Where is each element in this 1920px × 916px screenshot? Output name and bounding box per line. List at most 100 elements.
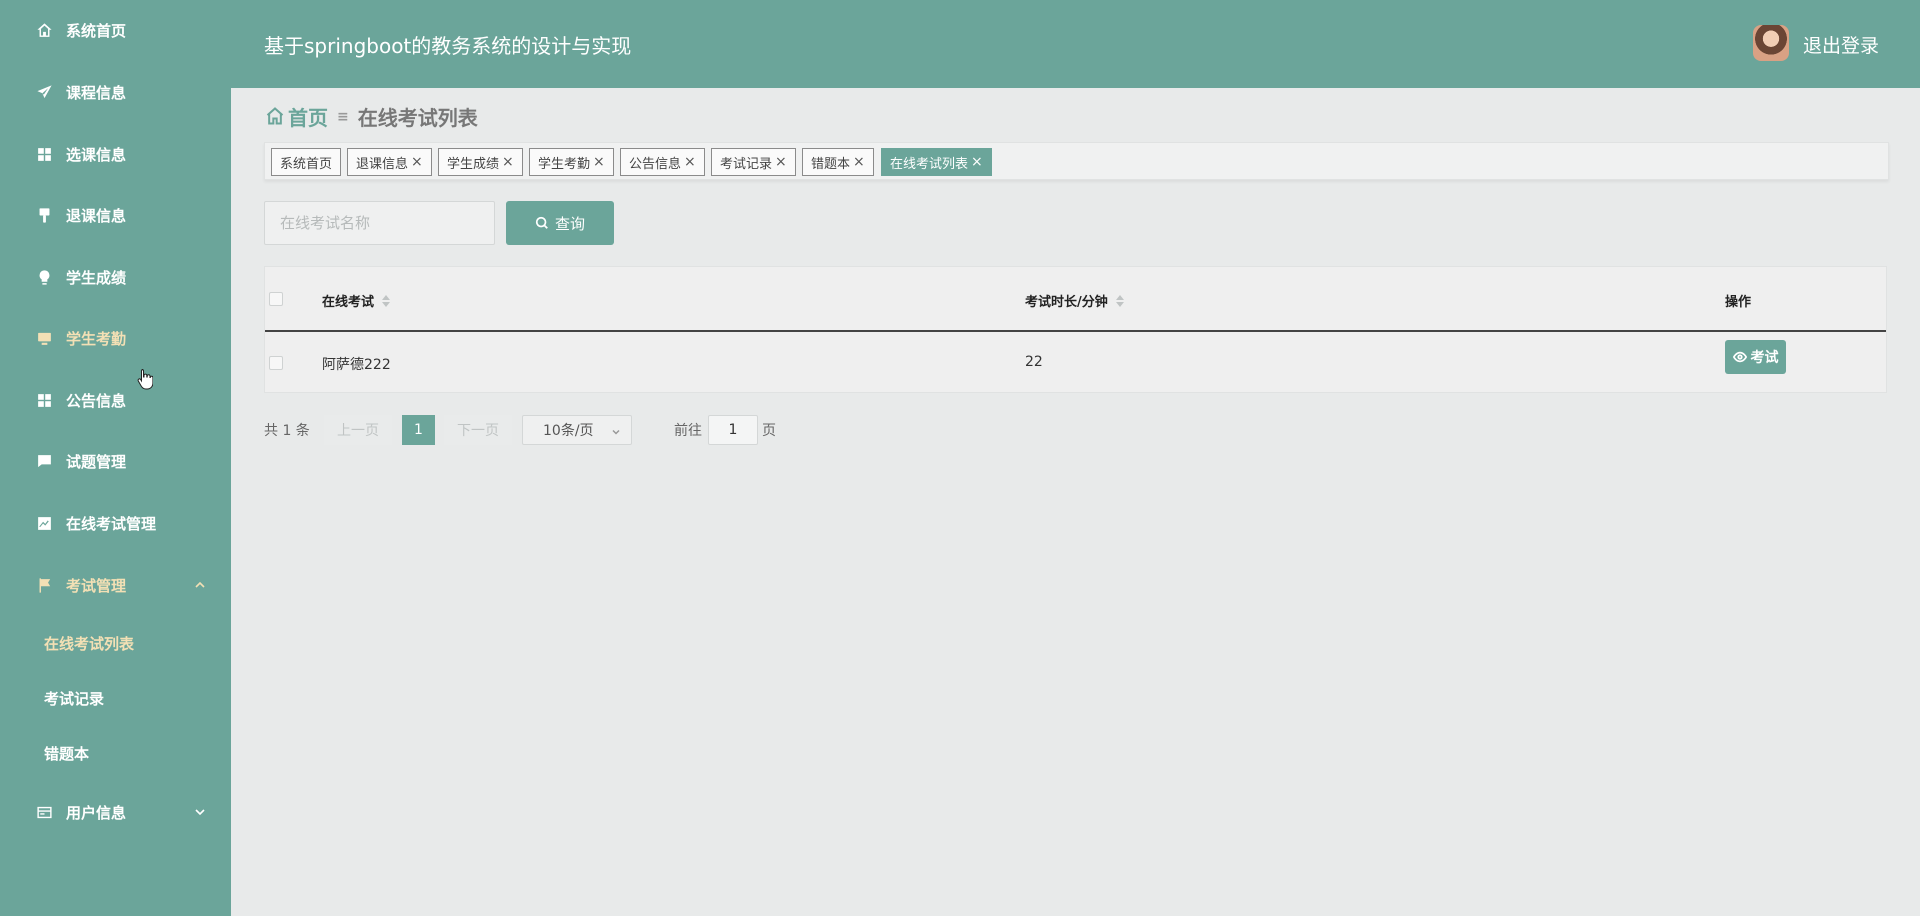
page-suffix-label: 页 xyxy=(762,423,776,439)
sidebar-item-questions[interactable]: 试题管理 xyxy=(0,441,231,481)
table-header: 在线考试 考试时长/分钟 操作 xyxy=(265,267,1886,332)
tag-online-exam-list[interactable]: 在线考试列表 × xyxy=(881,148,992,176)
tag-exam-record[interactable]: 考试记录 × xyxy=(711,148,796,176)
tag-home[interactable]: 系统首页 xyxy=(271,148,342,176)
sidebar-item-user-info[interactable]: 用户信息 xyxy=(0,792,231,832)
tag-wrong-book[interactable]: 错题本 × xyxy=(802,148,874,176)
sidebar: 系统首页 课程信息 选课信息 退课信息 学生成绩 学生考勤 公告信息 试题管理 … xyxy=(0,0,231,916)
sidebar-subitem-exam-record[interactable]: 考试记录 xyxy=(0,678,231,718)
sort-icon[interactable] xyxy=(1115,294,1124,307)
top-header: 基于springboot的教务系统的设计与实现 退出登录 xyxy=(231,0,1920,88)
home-icon xyxy=(265,103,288,131)
grid-icon xyxy=(35,391,53,409)
tag-label: 公告信息 xyxy=(629,156,682,172)
take-exam-label: 考试 xyxy=(1750,350,1779,366)
send-icon xyxy=(35,83,53,101)
tag-label: 学生成绩 xyxy=(447,156,500,172)
tag-notice[interactable]: 公告信息 × xyxy=(620,148,705,176)
column-header-action: 操作 xyxy=(1725,291,1751,310)
tag-label: 考试记录 xyxy=(720,156,773,172)
sidebar-item-home[interactable]: 系统首页 xyxy=(0,10,231,50)
logout-button[interactable]: 退出登录 xyxy=(1803,31,1879,58)
select-all-checkbox[interactable] xyxy=(269,292,283,306)
sidebar-item-notice[interactable]: 公告信息 xyxy=(0,380,231,420)
sidebar-item-label: 用户信息 xyxy=(66,803,127,822)
breadcrumb-current: 在线考试列表 xyxy=(357,106,478,130)
column-header-exam[interactable]: 在线考试 xyxy=(322,291,391,310)
sidebar-item-label: 公告信息 xyxy=(66,391,127,410)
tag-label: 系统首页 xyxy=(280,156,333,172)
tag-drop-course[interactable]: 退课信息 × xyxy=(347,148,432,176)
tag-label: 错题本 xyxy=(811,156,851,172)
take-exam-button[interactable]: 考试 xyxy=(1725,340,1786,374)
card-icon xyxy=(35,803,53,821)
close-icon[interactable]: × xyxy=(502,154,514,170)
home-icon xyxy=(35,21,53,39)
page-size-value: 10条/页 xyxy=(543,423,594,439)
flag-icon xyxy=(35,576,53,594)
pagination-total: 共 1 条 xyxy=(264,423,310,439)
chevron-down-icon xyxy=(193,805,207,819)
breadcrumb-home[interactable]: 首页 xyxy=(288,102,328,131)
sidebar-item-label: 选课信息 xyxy=(66,145,127,164)
sidebar-item-select-course[interactable]: 选课信息 xyxy=(0,134,231,174)
chevron-down-icon xyxy=(611,425,621,441)
page-jump-input[interactable] xyxy=(708,415,758,445)
column-header-duration[interactable]: 考试时长/分钟 xyxy=(1025,291,1124,310)
sidebar-item-label: 课程信息 xyxy=(66,83,127,102)
sidebar-item-label: 试题管理 xyxy=(66,452,127,471)
sidebar-item-online-exam-manage[interactable]: 在线考试管理 xyxy=(0,503,231,543)
search-button-label: 查询 xyxy=(554,215,585,233)
column-label: 操作 xyxy=(1725,295,1752,310)
next-page-button[interactable]: 下一页 xyxy=(444,415,512,445)
page-number-button[interactable]: 1 xyxy=(402,415,435,445)
cell-exam-name: 阿萨德222 xyxy=(322,357,391,373)
sidebar-subitem-label: 在线考试列表 xyxy=(44,634,135,653)
sidebar-item-scores[interactable]: 学生成绩 xyxy=(0,257,231,297)
grid-icon xyxy=(35,145,53,163)
search-button[interactable]: 查询 xyxy=(506,201,614,245)
tag-label: 退课信息 xyxy=(356,156,409,172)
chat-icon xyxy=(35,452,53,470)
breadcrumb: 首页 ≡ 在线考试列表 xyxy=(265,102,478,131)
sidebar-item-attendance[interactable]: 学生考勤 xyxy=(0,318,231,358)
eye-icon xyxy=(1732,351,1747,363)
app-title: 基于springboot的教务系统的设计与实现 xyxy=(264,34,632,58)
avatar[interactable] xyxy=(1753,25,1789,61)
tag-label: 在线考试列表 xyxy=(890,156,969,172)
cell-duration: 22 xyxy=(1025,354,1043,370)
brush-icon xyxy=(35,206,53,224)
page-size-select[interactable]: 10条/页 xyxy=(522,415,632,445)
close-icon[interactable]: × xyxy=(775,154,787,170)
sidebar-item-drop-course[interactable]: 退课信息 xyxy=(0,195,231,235)
close-icon[interactable]: × xyxy=(593,154,605,170)
goto-label: 前往 xyxy=(674,423,702,439)
chevron-up-icon xyxy=(193,578,207,592)
sidebar-item-label: 考试管理 xyxy=(66,576,127,595)
tag-label: 学生考勤 xyxy=(538,156,591,172)
sidebar-subitem-wrong-book[interactable]: 错题本 xyxy=(0,733,231,773)
close-icon[interactable]: × xyxy=(853,154,865,170)
row-checkbox[interactable] xyxy=(269,356,283,370)
tags-bar: 系统首页 退课信息 × 学生成绩 × 学生考勤 × 公告信息 × 考试记录 × 错题本 × … xyxy=(264,142,1889,180)
exam-table: 在线考试 考试时长/分钟 操作 阿萨德222 22 考试 xyxy=(264,266,1887,393)
sidebar-subitem-label: 错题本 xyxy=(44,744,90,763)
table-row: 阿萨德222 22 xyxy=(265,334,1886,392)
search-input[interactable] xyxy=(264,201,495,245)
breadcrumb-separator: ≡ xyxy=(337,108,349,125)
monitor-icon xyxy=(35,329,53,347)
prev-page-button[interactable]: 上一页 xyxy=(324,415,392,445)
sort-icon[interactable] xyxy=(382,294,391,307)
close-icon[interactable]: × xyxy=(971,154,983,170)
close-icon[interactable]: × xyxy=(684,154,696,170)
sidebar-item-exam-manage[interactable]: 考试管理 xyxy=(0,565,231,605)
sidebar-item-course[interactable]: 课程信息 xyxy=(0,72,231,112)
sidebar-item-label: 在线考试管理 xyxy=(66,514,157,533)
close-icon[interactable]: × xyxy=(411,154,423,170)
sidebar-subitem-online-exam-list[interactable]: 在线考试列表 xyxy=(0,623,231,663)
sidebar-item-label: 学生成绩 xyxy=(66,268,127,287)
column-label: 在线考试 xyxy=(322,295,375,310)
tag-attendance[interactable]: 学生考勤 × xyxy=(529,148,614,176)
sidebar-item-label: 系统首页 xyxy=(66,21,127,40)
tag-scores[interactable]: 学生成绩 × xyxy=(438,148,523,176)
